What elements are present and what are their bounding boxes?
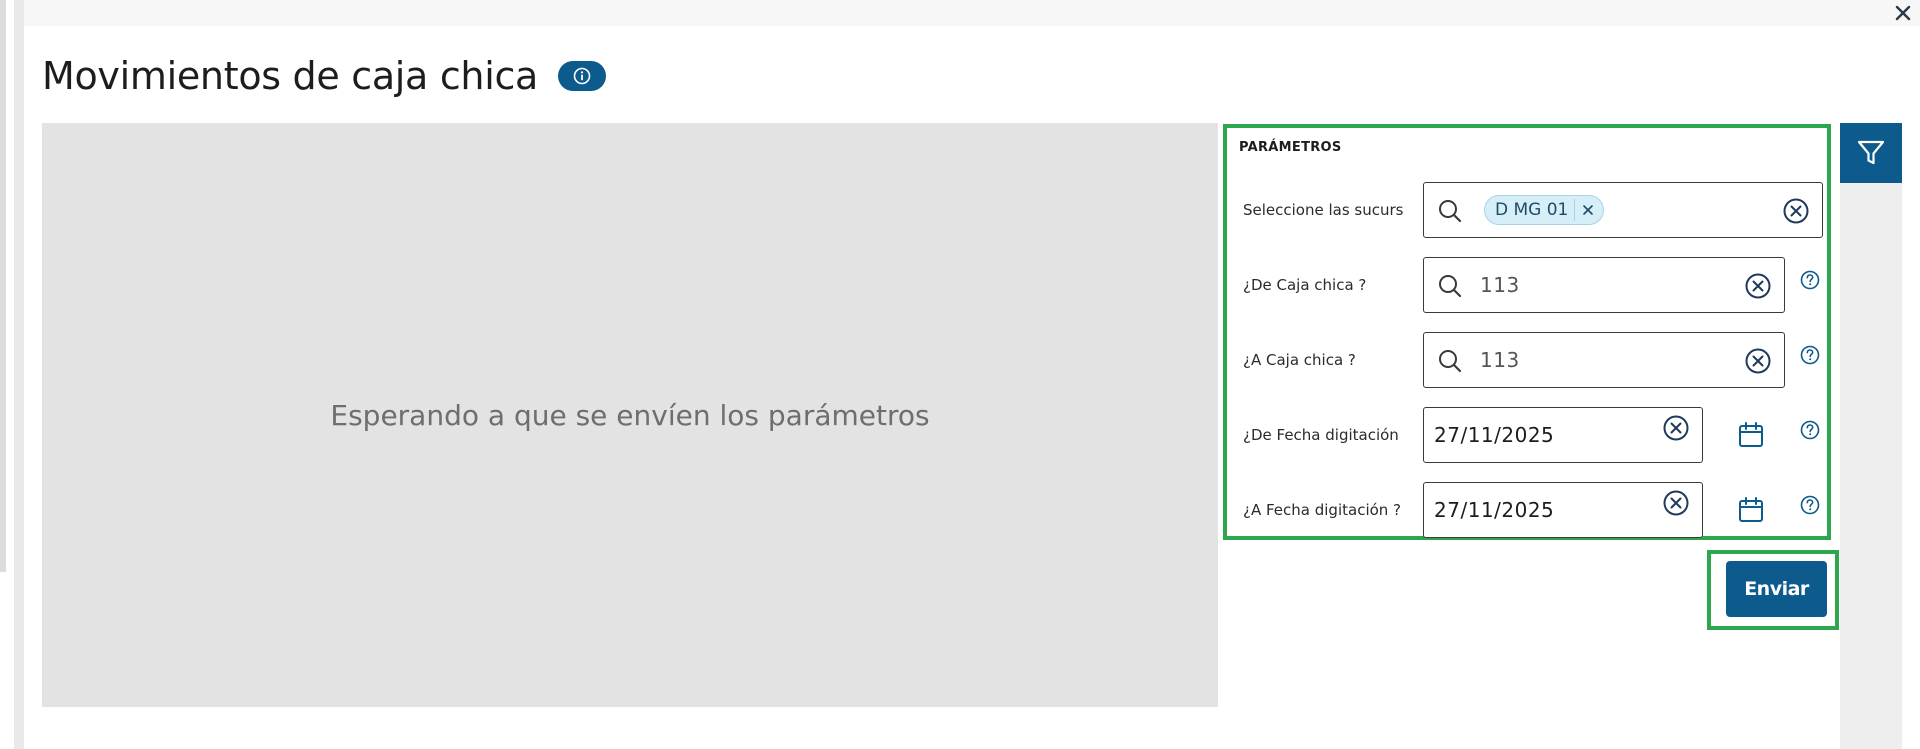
chip-divider <box>1574 199 1576 221</box>
clear-icon <box>1663 490 1689 516</box>
from-date-label: ¿De Fecha digitación ? <box>1243 426 1403 444</box>
branches-label: Seleccione las sucursa... <box>1243 201 1403 219</box>
to-date-label: ¿A Fecha digitación ? <box>1243 501 1402 519</box>
close-button[interactable] <box>1888 0 1918 26</box>
help-icon <box>1800 270 1820 290</box>
calendar-icon <box>1739 497 1763 522</box>
info-button[interactable] <box>558 61 607 91</box>
branches-clear-button[interactable] <box>1782 197 1810 225</box>
filter-icon <box>1857 140 1885 165</box>
search-icon <box>1436 197 1464 225</box>
window-top-bar <box>24 0 1920 26</box>
branch-chip[interactable]: D MG 01 <box>1484 195 1605 225</box>
help-icon <box>1800 495 1820 515</box>
from-date-clear-button[interactable] <box>1662 414 1690 442</box>
to-date-calendar-button[interactable] <box>1736 494 1766 526</box>
report-placeholder-text: Esperando a que se envíen los parámetros <box>330 398 930 432</box>
search-icon <box>1436 347 1464 375</box>
left-scrollbar-track <box>0 0 6 572</box>
from-petty-cash-field[interactable]: 113 <box>1423 257 1785 313</box>
report-viewer: Esperando a que se envíen los parámetros <box>42 123 1218 707</box>
from-petty-cash-help-button[interactable] <box>1799 269 1821 291</box>
from-petty-cash-label: ¿De Caja chica ? <box>1243 276 1367 294</box>
param-row-from-petty-cash: ¿De Caja chica ? 113 <box>1227 257 1827 313</box>
filter-sidebar <box>1840 123 1902 749</box>
parameters-panel: PARÁMETROS Seleccione las sucursa... D M… <box>1223 124 1831 540</box>
left-scrollbar[interactable] <box>14 0 24 749</box>
branches-multiselect[interactable]: D MG 01 <box>1423 182 1823 238</box>
help-icon <box>1800 420 1820 440</box>
param-row-to-petty-cash: ¿A Caja chica ? 113 <box>1227 332 1827 388</box>
help-icon <box>1800 345 1820 365</box>
to-petty-cash-field[interactable]: 113 <box>1423 332 1785 388</box>
clear-icon <box>1745 273 1771 299</box>
close-icon <box>1895 5 1911 21</box>
send-button[interactable]: Enviar <box>1726 561 1827 617</box>
to-petty-cash-value: 113 <box>1480 348 1520 372</box>
page-header: Movimientos de caja chica <box>42 50 607 102</box>
to-date-field[interactable]: 27/11/2025 <box>1423 482 1703 538</box>
page-title: Movimientos de caja chica <box>42 54 539 98</box>
param-row-branches: Seleccione las sucursa... D MG 01 <box>1227 182 1827 238</box>
chip-remove-button[interactable] <box>1579 201 1597 219</box>
from-date-value: 27/11/2025 <box>1434 423 1555 447</box>
branch-chip-label: D MG 01 <box>1495 200 1569 220</box>
to-petty-cash-clear-button[interactable] <box>1744 347 1772 375</box>
from-petty-cash-clear-button[interactable] <box>1744 272 1772 300</box>
to-date-value: 27/11/2025 <box>1434 498 1555 522</box>
clear-icon <box>1663 415 1689 441</box>
to-petty-cash-label: ¿A Caja chica ? <box>1243 351 1356 369</box>
from-date-calendar-button[interactable] <box>1736 419 1766 451</box>
clear-icon <box>1745 348 1771 374</box>
calendar-icon <box>1739 422 1763 447</box>
to-petty-cash-help-button[interactable] <box>1799 344 1821 366</box>
param-row-from-date: ¿De Fecha digitación ? 27/11/2025 <box>1227 407 1827 463</box>
parameters-title: PARÁMETROS <box>1239 140 1342 155</box>
info-icon <box>573 67 591 85</box>
param-row-to-date: ¿A Fecha digitación ? 27/11/2025 <box>1227 482 1827 538</box>
filter-button[interactable] <box>1840 123 1902 183</box>
from-date-help-button[interactable] <box>1799 419 1821 441</box>
from-date-field[interactable]: 27/11/2025 <box>1423 407 1703 463</box>
to-date-clear-button[interactable] <box>1662 489 1690 517</box>
search-icon <box>1436 272 1464 300</box>
clear-icon <box>1783 198 1809 224</box>
chip-close-icon <box>1583 205 1594 215</box>
to-date-help-button[interactable] <box>1799 494 1821 516</box>
from-petty-cash-value: 113 <box>1480 273 1520 297</box>
